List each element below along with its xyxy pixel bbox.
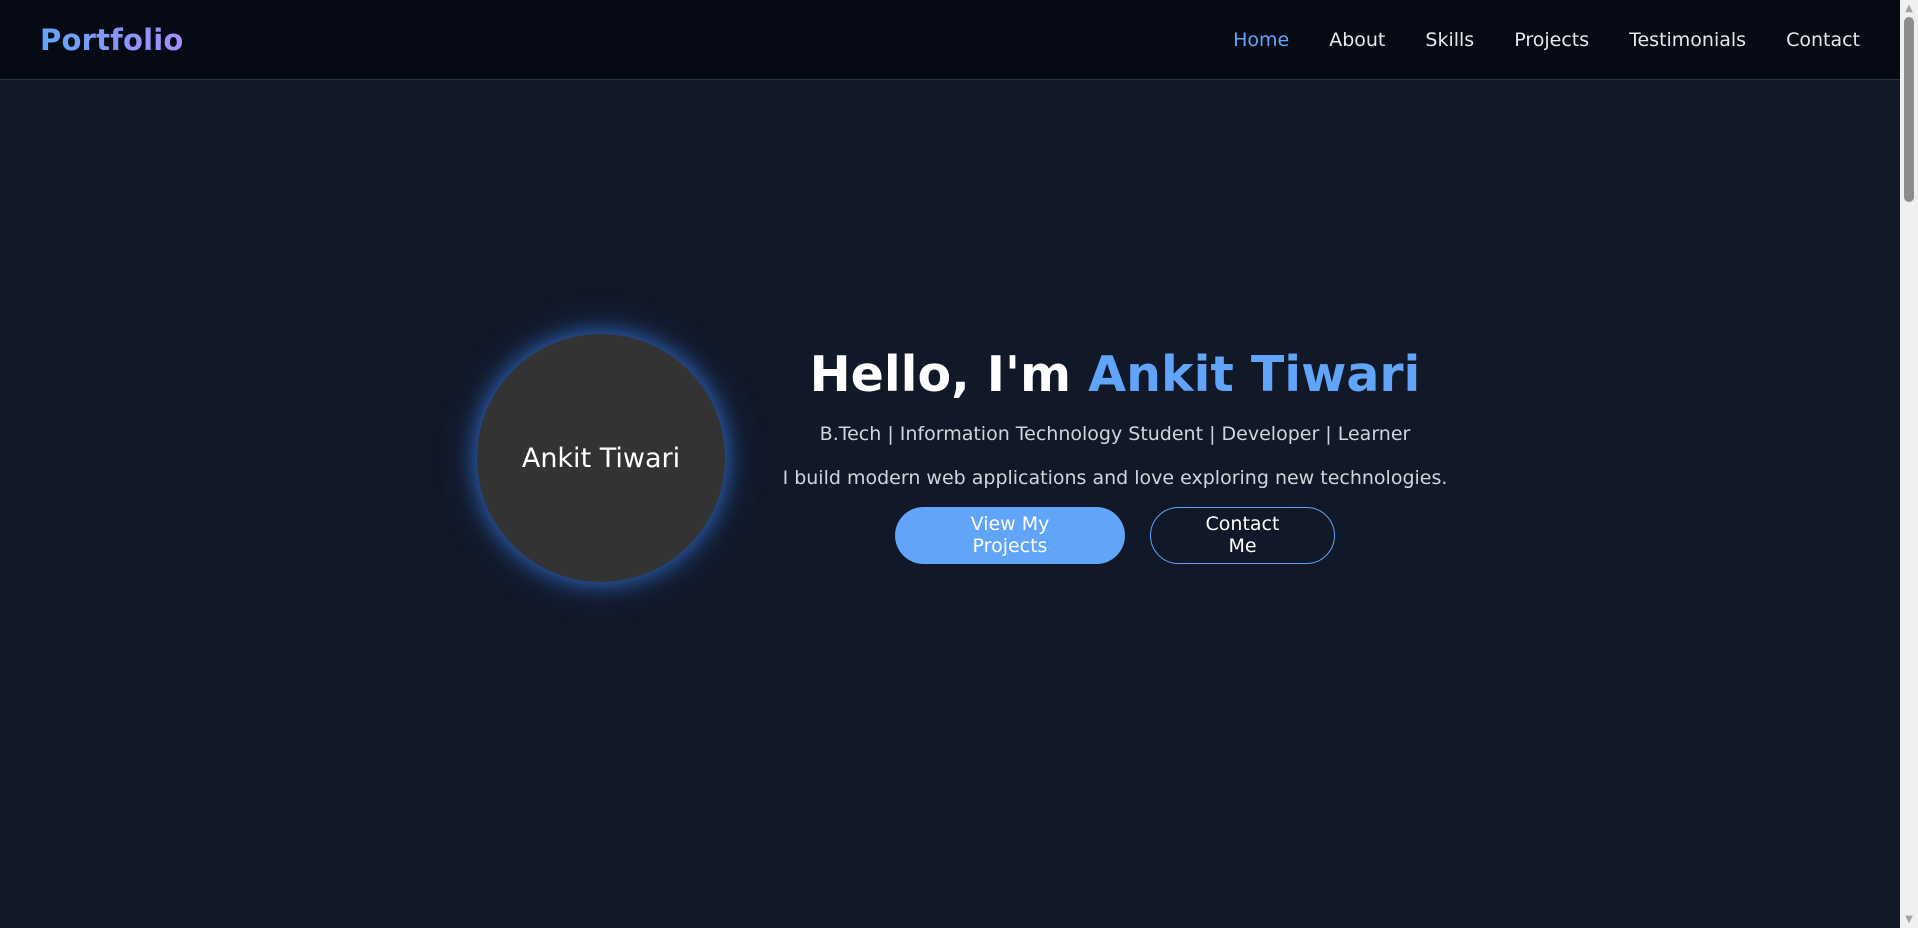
nav-link-skills[interactable]: Skills — [1425, 29, 1474, 51]
hero-description: I build modern web applications and love… — [782, 466, 1448, 489]
hero-text: Hello, I'm Ankit Tiwari B.Tech | Informa… — [760, 346, 1470, 564]
scroll-down-arrow-icon[interactable]: ▼ — [1900, 911, 1918, 928]
scroll-thumb[interactable] — [1904, 17, 1914, 202]
nav-link-contact[interactable]: Contact — [1786, 29, 1860, 51]
hero-name: Ankit Tiwari — [1088, 346, 1421, 403]
scrollbar[interactable]: ▲ ▼ — [1900, 0, 1918, 928]
page: Portfolio Home About Skills Projects Tes… — [0, 0, 1918, 928]
nav-link-testimonials[interactable]: Testimonials — [1629, 29, 1746, 51]
avatar: Ankit Tiwari — [477, 334, 725, 582]
nav-link-projects[interactable]: Projects — [1514, 29, 1589, 51]
avatar-label: Ankit Tiwari — [521, 442, 681, 474]
hero-subtitle: B.Tech | Information Technology Student … — [819, 422, 1411, 445]
view-projects-button[interactable]: View My Projects — [895, 506, 1125, 564]
scroll-up-arrow-icon[interactable]: ▲ — [1900, 0, 1918, 17]
hero-section: Ankit Tiwari Hello, I'm Ankit Tiwari B.T… — [0, 81, 1900, 928]
logo[interactable]: Portfolio — [40, 23, 184, 57]
nav-link-about[interactable]: About — [1329, 29, 1385, 51]
hero-greeting: Hello, I'm — [809, 346, 1089, 403]
navbar: Portfolio Home About Skills Projects Tes… — [0, 0, 1900, 80]
viewport: Portfolio Home About Skills Projects Tes… — [0, 0, 1900, 928]
hero-inner: Ankit Tiwari Hello, I'm Ankit Tiwari B.T… — [0, 81, 1900, 928]
nav-link-home[interactable]: Home — [1233, 29, 1289, 51]
hero-title: Hello, I'm Ankit Tiwari — [760, 346, 1470, 405]
contact-me-button[interactable]: Contact Me — [1150, 506, 1335, 564]
nav-links: Home About Skills Projects Testimonials … — [1233, 29, 1860, 51]
hero-buttons: View My Projects Contact Me — [760, 506, 1470, 564]
